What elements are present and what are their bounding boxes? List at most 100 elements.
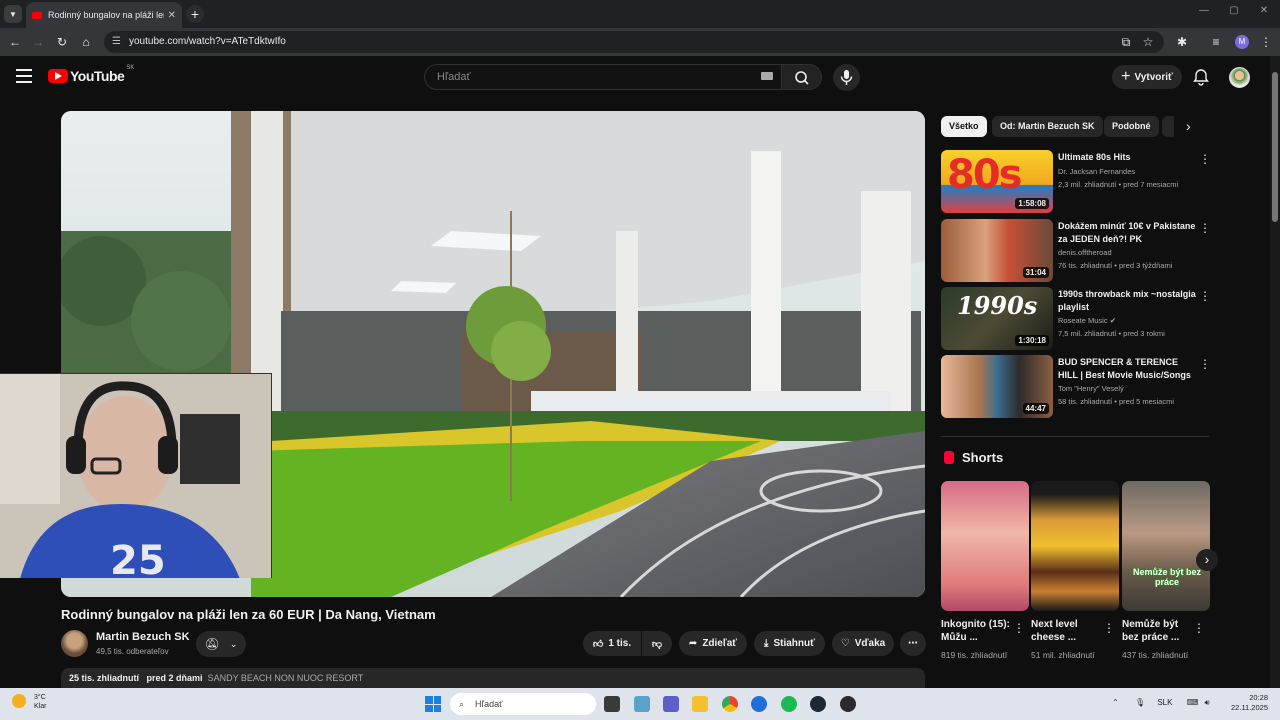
video-thumbnail[interactable]: 44:47 — [941, 355, 1053, 418]
more-vertical-icon[interactable]: ⋮ — [1013, 621, 1025, 635]
recommendation-stats: 2,3 mil. zhliadnutí • pred 7 mesiacmi — [1058, 180, 1179, 189]
volume-icon[interactable]: 🔊︎ — [1204, 698, 1209, 707]
chip-overflow[interactable] — [1162, 116, 1174, 137]
start-button[interactable] — [425, 696, 441, 712]
chevron-right-icon[interactable]: › — [1186, 118, 1191, 134]
recommendation-stats: 7,5 mil. zhliadnutí • pred 3 rokmi — [1058, 329, 1165, 338]
short-title[interactable]: Nemůže být bez práce ... — [1122, 618, 1192, 644]
recommendation-item[interactable]: 80s 1:58:08 Ultimate 80s Hits Dr. Jacksa… — [941, 150, 1211, 214]
weather-widget[interactable]: 3°C Klar — [12, 693, 46, 711]
duration-badge: 31:04 — [1022, 267, 1049, 278]
teams-icon[interactable] — [663, 696, 679, 712]
microphone-icon[interactable]: 🎙︎ — [1135, 698, 1145, 707]
browser-menu-icon[interactable]: ⋮ — [1258, 34, 1274, 50]
chevron-up-icon[interactable]: ⌃ — [1112, 698, 1119, 707]
short-title[interactable]: Next level cheese ... — [1031, 618, 1101, 644]
messenger-icon[interactable] — [751, 696, 767, 712]
recommendation-item[interactable]: 31:04 Dokážem minúť 10€ v Pakistane za J… — [941, 219, 1211, 283]
browser-tab[interactable]: Rodinný bungalov na pláži len za 60 EUR … — [26, 2, 182, 28]
short-thumbnail[interactable] — [941, 481, 1029, 611]
minimize-button[interactable]: — — [1194, 5, 1214, 21]
chevron-down-icon: ⌄ — [229, 638, 238, 649]
more-vertical-icon[interactable]: ⋮ — [1103, 621, 1115, 635]
short-thumbnail[interactable]: Nemůže být bez práce — [1122, 481, 1210, 611]
system-tray[interactable]: ⌃ 🎙︎ SLK ⌨︎ 🔊︎ — [1112, 698, 1210, 708]
network-icon[interactable]: ⌨︎ — [1187, 698, 1199, 707]
maximize-button[interactable]: ▢ — [1224, 5, 1244, 21]
address-bar[interactable]: ☰ youtube.com/watch?v=ATeTdktwIfo — [104, 31, 1164, 53]
channel-name[interactable]: Martin Bezuch SK — [96, 631, 190, 643]
forward-icon[interactable]: → — [30, 34, 46, 50]
profile-avatar[interactable]: M — [1235, 35, 1249, 49]
youtube-favicon-icon — [32, 11, 42, 19]
verified-icon: ✔︎ — [1109, 316, 1116, 325]
download-icon: ⤓ — [764, 638, 769, 649]
microphone-icon — [840, 70, 853, 85]
webcam-overlay: 25 — [0, 373, 272, 578]
chip-related[interactable]: Podobné — [1104, 116, 1159, 137]
duration-badge: 1:30:18 — [1015, 335, 1049, 346]
file-explorer-icon[interactable] — [692, 696, 708, 712]
app-icon[interactable] — [840, 696, 856, 712]
input-language[interactable]: SLK — [1157, 698, 1172, 707]
subscription-bell-button[interactable]: 🔕︎ ⌄ — [196, 631, 246, 657]
close-window-button[interactable]: ✕ — [1254, 5, 1274, 21]
more-vertical-icon[interactable]: ⋮ — [1199, 357, 1211, 371]
video-thumbnail[interactable]: 31:04 — [941, 219, 1053, 282]
task-view-icon[interactable] — [604, 696, 620, 712]
back-icon[interactable]: ← — [7, 34, 23, 50]
tab-title: Rodinný bungalov na pláži len za 60 EUR — [48, 10, 164, 20]
short-thumbnail[interactable] — [1031, 481, 1119, 611]
video-thumbnail[interactable]: 80s 1:58:08 — [941, 150, 1053, 213]
video-thumbnail[interactable]: 1990s 1:30:18 — [941, 287, 1053, 350]
share-button[interactable]: ➦ Zdieľať — [679, 631, 747, 656]
voice-search-button[interactable] — [833, 64, 860, 91]
more-actions-button[interactable]: ⋯ — [900, 631, 926, 656]
location-tag[interactable]: SANDY BEACH NON NUOC RESORT — [208, 673, 364, 683]
thanks-button[interactable]: ♡ Vďaka — [832, 631, 894, 656]
steam-icon[interactable] — [810, 696, 826, 712]
youtube-logo[interactable]: YouTube SK — [48, 65, 134, 84]
more-vertical-icon[interactable]: ⋮ — [1199, 289, 1211, 303]
recommendation-item[interactable]: 44:47 BUD SPENCER & TERENCE HILL | Best … — [941, 355, 1211, 419]
download-button[interactable]: ⤓ Stiahnuť — [754, 631, 825, 656]
page-scrollbar[interactable] — [1270, 56, 1280, 688]
home-icon[interactable]: ⌂ — [78, 34, 94, 50]
bookmark-star-icon[interactable]: ☆ — [1140, 34, 1156, 50]
menu-icon[interactable] — [16, 69, 32, 83]
channel-avatar[interactable] — [61, 630, 88, 657]
notifications-bell-icon[interactable] — [1192, 68, 1210, 86]
heart-dollar-icon: ♡ — [840, 638, 850, 649]
cast-icon[interactable]: ⧉ — [1118, 34, 1134, 50]
short-title[interactable]: Inkognito (15): Můžu ... — [941, 618, 1011, 644]
shorts-next-button[interactable]: › — [1196, 549, 1218, 571]
like-button[interactable]: 👍︎ 1 tis. — [583, 631, 641, 656]
chip-all[interactable]: Všetko — [941, 116, 987, 137]
recommendation-item[interactable]: 1990s 1:30:18 1990s throwback mix ~nosta… — [941, 287, 1211, 351]
more-vertical-icon[interactable]: ⋮ — [1199, 221, 1211, 235]
search-input[interactable]: Hľadať — [424, 64, 782, 90]
chip-from-channel[interactable]: Od: Martin Bezuch SK — [992, 116, 1103, 137]
clock[interactable]: 20:28 22.11.2025 — [1222, 693, 1268, 713]
widgets-icon[interactable] — [634, 696, 650, 712]
taskbar-search[interactable]: ⌕ Hľadať — [450, 693, 596, 715]
spotify-icon[interactable] — [781, 696, 797, 712]
reload-icon[interactable]: ↻ — [54, 34, 70, 50]
close-tab-icon[interactable]: ✕ — [168, 10, 176, 21]
keyboard-icon[interactable] — [761, 72, 773, 80]
extensions-icon[interactable]: ✱ — [1174, 34, 1190, 50]
more-horizontal-icon: ⋯ — [908, 638, 918, 649]
user-avatar[interactable] — [1229, 67, 1250, 88]
dislike-button[interactable]: 👎︎ — [642, 631, 672, 656]
more-vertical-icon[interactable]: ⋮ — [1199, 152, 1211, 166]
chrome-icon[interactable] — [722, 696, 738, 712]
webcam-image: 25 — [0, 374, 271, 578]
tab-search-button[interactable]: ▼ — [4, 5, 22, 23]
site-info-icon[interactable]: ☰ — [112, 31, 121, 53]
scrollbar-thumb[interactable] — [1272, 72, 1278, 222]
more-vertical-icon[interactable]: ⋮ — [1193, 621, 1205, 635]
search-button[interactable] — [782, 64, 822, 90]
reading-list-icon[interactable]: ≡ — [1208, 34, 1224, 50]
create-button[interactable]: + Vytvoriť — [1112, 65, 1182, 89]
new-tab-button[interactable]: + — [186, 5, 204, 23]
